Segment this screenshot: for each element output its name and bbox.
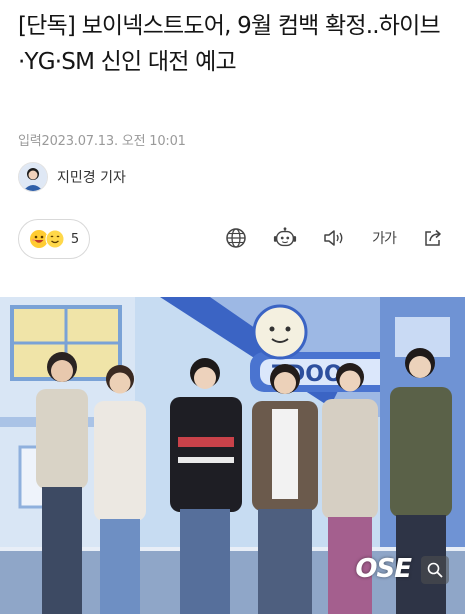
translate-button[interactable] xyxy=(224,226,248,250)
summary-bot-button[interactable] xyxy=(273,226,297,250)
article-photo[interactable]: TDOOR OSE xyxy=(0,297,465,614)
zoom-button[interactable] xyxy=(421,556,449,584)
globe-icon xyxy=(226,228,246,248)
magnify-icon xyxy=(427,562,443,578)
robot-icon xyxy=(273,227,297,247)
reporter-byline[interactable]: 지민경 기자 xyxy=(18,162,126,192)
font-size-button[interactable]: 가가 xyxy=(370,226,398,250)
reaction-count: 5 xyxy=(70,231,80,247)
font-size-icon: 가가 xyxy=(372,231,397,247)
speaker-icon xyxy=(324,230,343,246)
smiling-face-icon xyxy=(45,229,65,249)
share-icon xyxy=(425,229,441,246)
share-button[interactable] xyxy=(421,226,445,250)
avatar[interactable] xyxy=(18,162,48,192)
article-date: 입력2023.07.13. 오전 10:01 xyxy=(18,134,186,149)
photo-watermark: OSE xyxy=(355,554,412,584)
article-title: [단독] 보이넥스트도어, 9월 컴백 확정..하이브·YG·SM 신인 대전 … xyxy=(18,13,441,75)
reaction-button[interactable]: 5 xyxy=(18,219,90,259)
reporter-name[interactable]: 지민경 기자 xyxy=(57,167,126,187)
listen-button[interactable] xyxy=(322,226,346,250)
